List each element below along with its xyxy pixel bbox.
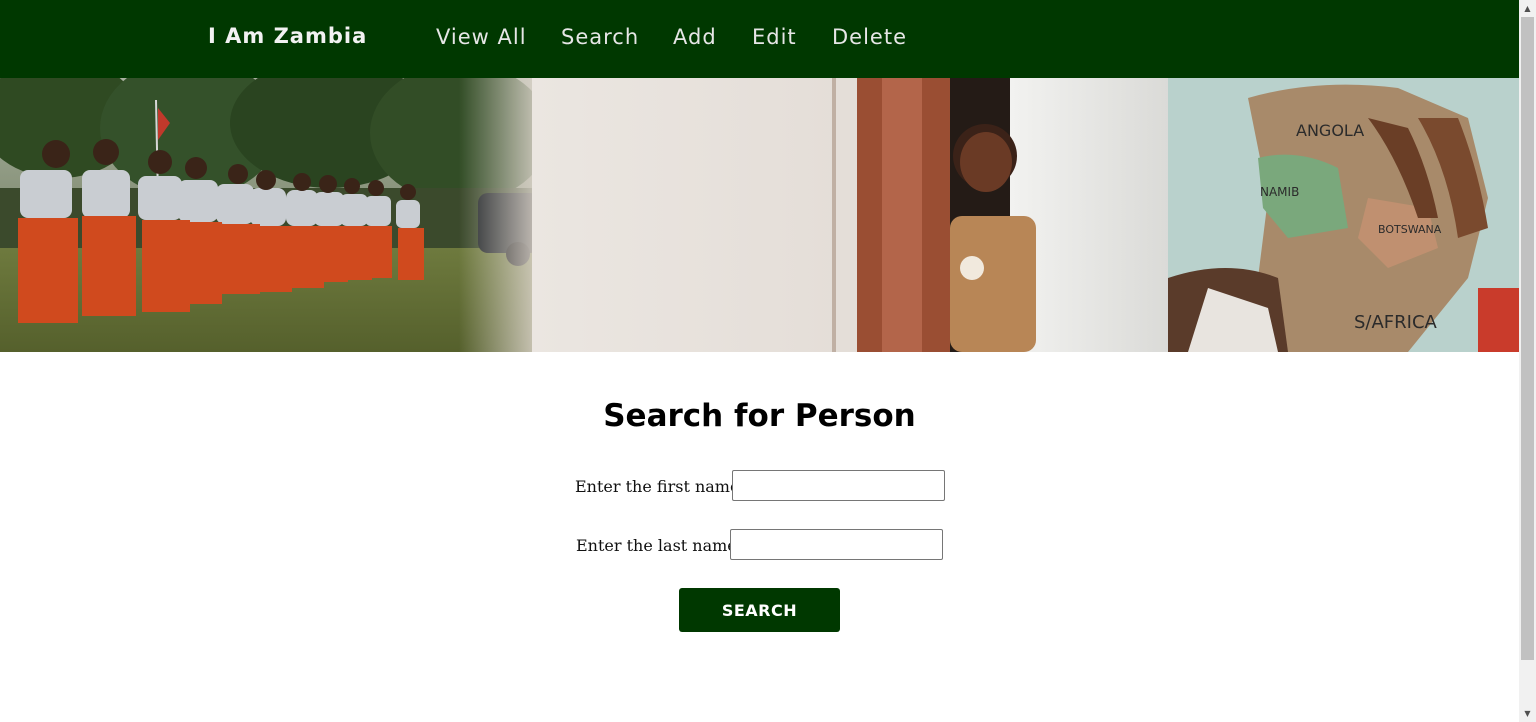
scroll-down-arrow-icon[interactable]: ▼ — [1519, 705, 1536, 722]
hero-banner: ANGOLA NAMIB BOTSWANA S/AFRICA — [0, 78, 1519, 352]
page: I Am Zambia View All Search Add Edit Del… — [0, 0, 1519, 722]
last-name-input[interactable] — [730, 529, 943, 560]
nav-link-delete[interactable]: Delete — [832, 25, 907, 49]
dancers-photo — [0, 78, 540, 352]
svg-text:S/AFRICA: S/AFRICA — [1354, 312, 1438, 333]
nav-link-search[interactable]: Search — [561, 25, 639, 49]
nav-link-view-all[interactable]: View All — [436, 25, 527, 49]
scroll-up-arrow-icon[interactable]: ▲ — [1519, 0, 1536, 17]
nav-link-edit[interactable]: Edit — [752, 25, 797, 49]
brand-logo-text[interactable]: I Am Zambia — [208, 24, 367, 48]
search-button[interactable]: SEARCH — [679, 588, 840, 632]
svg-text:BOTSWANA: BOTSWANA — [1378, 223, 1442, 236]
scrollbar-thumb[interactable] — [1521, 17, 1534, 660]
child-in-doorway-photo — [532, 78, 1177, 352]
first-name-label: Enter the first name: — [575, 477, 745, 496]
svg-text:NAMIB: NAMIB — [1260, 185, 1299, 199]
first-name-input[interactable] — [732, 470, 945, 501]
vertical-scrollbar[interactable]: ▲ ▼ — [1519, 0, 1536, 722]
top-navbar: I Am Zambia View All Search Add Edit Del… — [0, 0, 1519, 78]
last-name-label: Enter the last name: — [576, 536, 743, 555]
page-title: Search for Person — [603, 398, 916, 434]
hands-on-map-photo: ANGOLA NAMIB BOTSWANA S/AFRICA — [1168, 78, 1519, 352]
svg-text:ANGOLA: ANGOLA — [1296, 121, 1364, 140]
nav-link-add[interactable]: Add — [673, 25, 717, 49]
